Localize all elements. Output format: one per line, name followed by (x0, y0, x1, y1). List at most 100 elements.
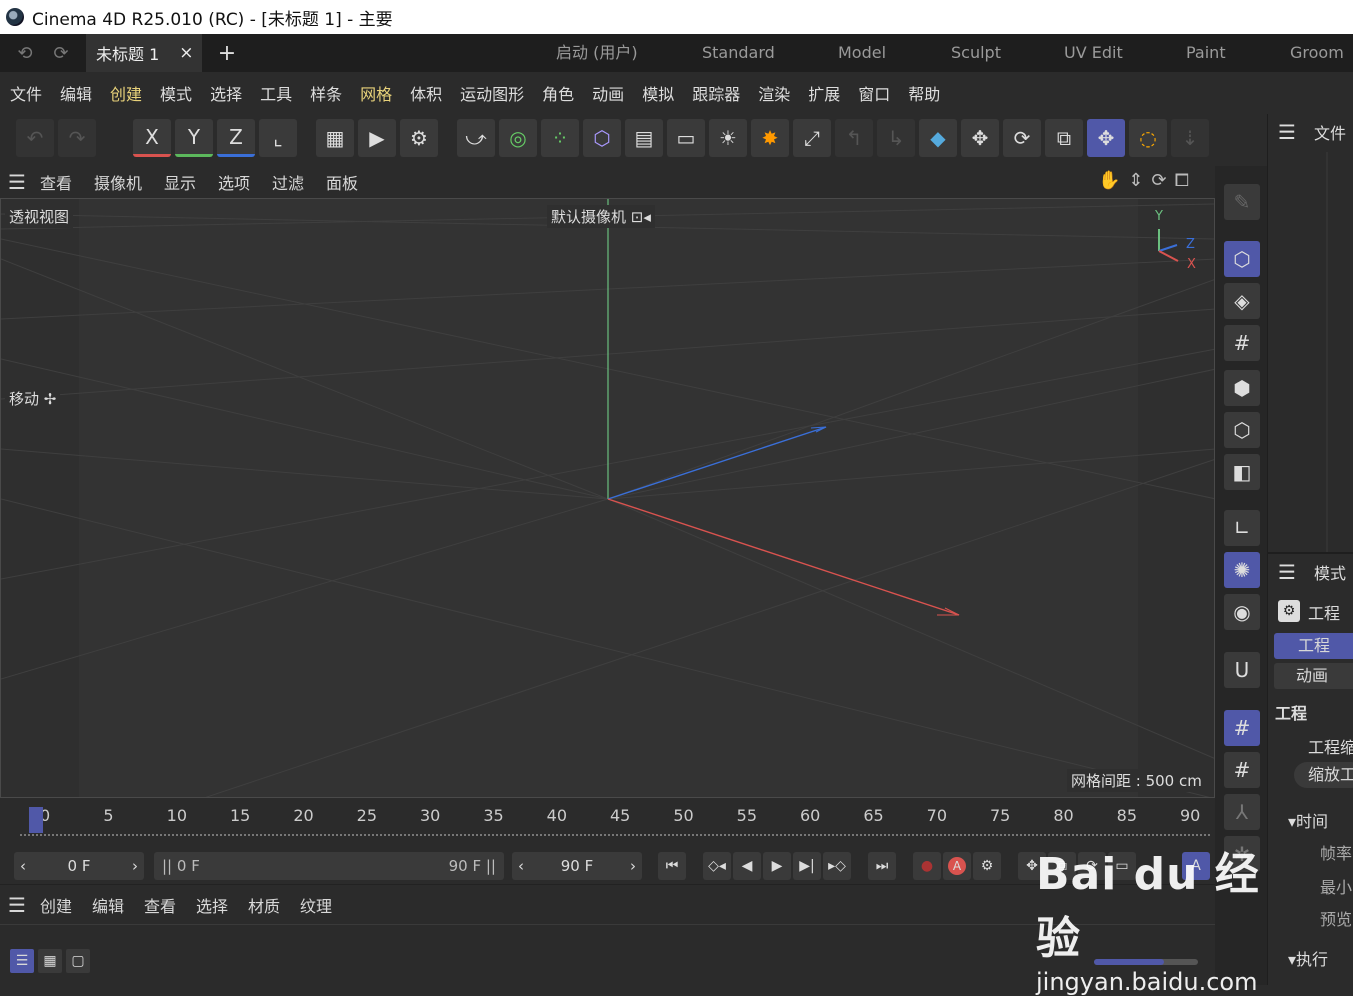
timeline-ruler[interactable]: 0 5 10 15 20 25 30 35 40 45 50 55 60 65 70 75 80 85 90 (0, 800, 1215, 848)
viewport-menu-display[interactable]: 显示 (164, 170, 196, 194)
soft-select-icon[interactable]: ✺ (1224, 552, 1260, 588)
material-menu-create[interactable]: 创建 (40, 893, 72, 917)
coordinate-system-icon[interactable]: ⌞ (259, 119, 297, 157)
objects-hamburger-icon[interactable]: ☰ (1278, 120, 1296, 144)
menu-animate[interactable]: 动画 (592, 81, 624, 105)
lock-y-axis-button[interactable]: Y (175, 119, 213, 157)
go-to-end-icon[interactable]: ⏭ (868, 852, 896, 880)
polygons-icon[interactable]: ◧ (1224, 454, 1260, 490)
tag-icon[interactable]: ✸ (751, 119, 789, 157)
model-mode-icon[interactable]: ⬡ (1224, 241, 1260, 277)
render-settings-icon[interactable]: ⚙ (400, 119, 438, 157)
undo-icon[interactable]: ⟲ (10, 34, 40, 72)
perspective-viewport[interactable]: 透视视图 默认摄像机 ⊡◂ 移动 ✢ Y Z X 网格间距 : 500 cm (0, 198, 1215, 798)
objects-menu-file[interactable]: 文件 (1314, 120, 1346, 144)
lock-z-axis-button[interactable]: Z (217, 119, 255, 157)
menu-render[interactable]: 渲染 (758, 81, 790, 105)
viewport-menu-panel[interactable]: 面板 (326, 170, 358, 194)
menu-tools[interactable]: 工具 (260, 81, 292, 105)
workplane-icon[interactable]: ⅄ (1224, 794, 1260, 830)
lock-x-axis-button[interactable]: X (133, 119, 171, 157)
prev-frame-icon[interactable]: ◀ (733, 852, 761, 880)
points-icon[interactable]: ⬢ (1224, 370, 1260, 406)
spline-pen-icon[interactable]: ⤻ (457, 119, 495, 157)
layout-tab-startup[interactable]: 启动 (用户) (556, 34, 638, 72)
end-frame-field[interactable]: ‹ 90 F › (512, 852, 642, 880)
material-menu-edit[interactable]: 编辑 (92, 893, 124, 917)
edit-mode-icon[interactable]: ✎ (1224, 184, 1260, 220)
subdivision-icon[interactable]: ◎ (499, 119, 537, 157)
menu-window[interactable]: 窗口 (858, 81, 890, 105)
objects-scrollbar[interactable] (1326, 152, 1328, 552)
menu-file[interactable]: 文件 (10, 81, 42, 105)
camera-icon[interactable]: ▭ (667, 119, 705, 157)
menu-extensions[interactable]: 扩展 (808, 81, 840, 105)
rotate-tool-icon[interactable]: ⟳ (1003, 119, 1041, 157)
visibility-icon[interactable]: ◉ (1224, 594, 1260, 630)
magnet-icon[interactable]: U (1224, 652, 1260, 688)
snap-icon[interactable]: # (1224, 710, 1260, 746)
viewport-nav-icons[interactable]: ✋⇕⟳⧠ (1098, 170, 1197, 191)
redo-icon[interactable]: ⟳ (46, 34, 76, 72)
redo-tool-icon[interactable]: ↷ (58, 119, 96, 157)
document-tab[interactable]: 未标题 1 × (86, 34, 202, 72)
light-icon[interactable]: ☀ (709, 119, 747, 157)
deformer-icon[interactable]: ⬡ (583, 119, 621, 157)
tab-project[interactable]: 工程 (1274, 633, 1353, 659)
list-view-icon[interactable]: ☰ (10, 949, 34, 973)
field-icon[interactable]: ▤ (625, 119, 663, 157)
go-to-start-icon[interactable]: ⏮ (658, 852, 686, 880)
large-view-icon[interactable]: ▢ (66, 949, 90, 973)
render-view-icon[interactable]: ▦ (316, 119, 354, 157)
attributes-hamburger-icon[interactable]: ☰ (1278, 560, 1296, 584)
points-mode-icon[interactable]: ◈ (1224, 283, 1260, 319)
layout-tab-paint[interactable]: Paint (1186, 34, 1226, 72)
tab-animation[interactable]: 动画 (1274, 663, 1353, 689)
uv-mode-icon[interactable]: # (1224, 325, 1260, 361)
layout-tab-sculpt[interactable]: Sculpt (951, 34, 1001, 72)
attributes-menu-mode[interactable]: 模式 (1314, 560, 1346, 584)
menu-create[interactable]: 创建 (110, 81, 142, 105)
move-active-icon[interactable]: ✥ (1087, 119, 1125, 157)
key-settings-icon[interactable]: ⚙ (973, 852, 1001, 880)
axis-mode-icon[interactable]: ∟ (1224, 510, 1260, 546)
material-menu-select[interactable]: 选择 (196, 893, 228, 917)
menu-mesh[interactable]: 网格 (360, 81, 392, 105)
layout-tab-standard[interactable]: Standard (702, 34, 775, 72)
viewport-view-name[interactable]: 透视视图 (5, 205, 74, 228)
playhead[interactable] (29, 807, 43, 833)
menu-character[interactable]: 角色 (542, 81, 574, 105)
menu-edit[interactable]: 编辑 (60, 81, 92, 105)
viewport-menu-options[interactable]: 选项 (218, 170, 250, 194)
layout-tab-groom[interactable]: Groom (1290, 34, 1344, 72)
scale-object-icon[interactable]: ⧉ (1045, 119, 1083, 157)
material-menu-view[interactable]: 查看 (144, 893, 176, 917)
undo-tool-icon[interactable]: ↶ (16, 119, 54, 157)
cloner-icon[interactable]: ⁘ (541, 119, 579, 157)
section-execute[interactable]: ▾执行 (1288, 946, 1328, 970)
material-menu-texture[interactable]: 纹理 (300, 893, 332, 917)
viewport-camera-label[interactable]: 默认摄像机 ⊡◂ (547, 205, 655, 228)
viewport-menu-filter[interactable]: 过滤 (272, 170, 304, 194)
frame-range-slider[interactable]: || 0 F 90 F || (154, 852, 504, 880)
menu-volume[interactable]: 体积 (410, 81, 442, 105)
viewport-hamburger-icon[interactable]: ☰ (8, 170, 26, 194)
autokey-icon[interactable]: A (943, 852, 971, 880)
select-tool-icon[interactable]: ◌ (1129, 119, 1167, 157)
viewport-menu-camera[interactable]: 摄像机 (94, 170, 142, 194)
close-tab-icon[interactable]: × (179, 43, 193, 63)
scale-project-button[interactable]: 缩放工 (1294, 762, 1353, 788)
material-menu-material[interactable]: 材质 (248, 893, 280, 917)
move-tool-icon[interactable]: ✥ (961, 119, 999, 157)
menu-mograph[interactable]: 运动图形 (460, 81, 524, 105)
add-tab-icon[interactable]: + (212, 34, 242, 72)
menu-mode[interactable]: 模式 (160, 81, 192, 105)
grid-view-icon[interactable]: ▦ (38, 949, 62, 973)
edges-icon[interactable]: ⬡ (1224, 412, 1260, 448)
start-frame-field[interactable]: ‹ 0 F › (14, 852, 144, 880)
prev-key-icon[interactable]: ◇◂ (703, 852, 731, 880)
menu-select[interactable]: 选择 (210, 81, 242, 105)
menu-tracker[interactable]: 跟踪器 (692, 81, 740, 105)
material-hamburger-icon[interactable]: ☰ (8, 893, 26, 917)
menu-help[interactable]: 帮助 (908, 81, 940, 105)
